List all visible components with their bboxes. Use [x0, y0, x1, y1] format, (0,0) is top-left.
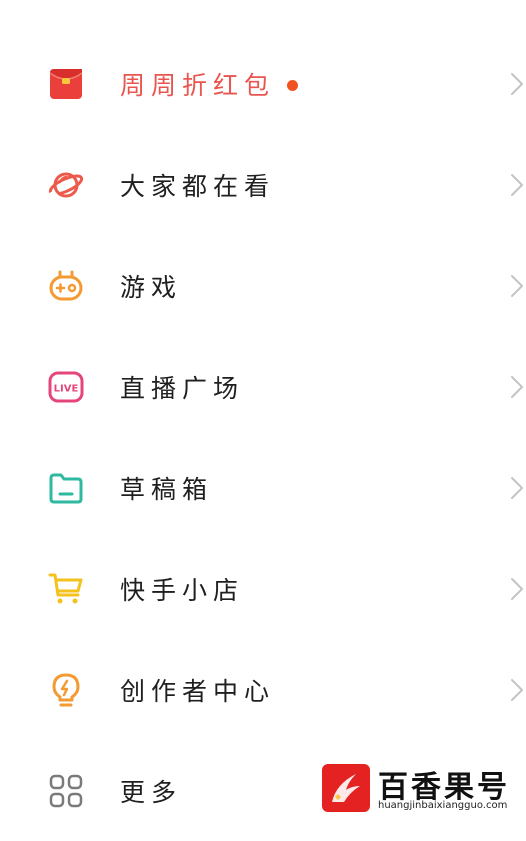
menu-item-label: 快手小店 — [120, 575, 245, 605]
menu-item-label: 更多 — [120, 777, 183, 807]
watermark: 百香果号 huangjinbaixiangguo.com — [320, 762, 520, 814]
notification-dot — [287, 79, 299, 91]
shopping-cart-icon — [48, 571, 84, 607]
chevron-right-icon — [510, 678, 524, 702]
menu-item-kuaishou-shop[interactable]: 快手小店 — [0, 538, 526, 639]
menu-item-label: 大家都在看 — [120, 171, 276, 201]
menu-item-label: 创作者中心 — [120, 676, 276, 706]
chevron-right-icon — [510, 173, 524, 197]
chevron-right-icon — [510, 274, 524, 298]
watermark-logo-icon — [322, 764, 370, 812]
chevron-right-icon — [510, 577, 524, 601]
menu-item-label: 周周折红包 — [120, 66, 299, 102]
menu-item-red-envelope[interactable]: 周周折红包 — [0, 33, 526, 134]
red-envelope-icon — [48, 66, 84, 102]
menu-item-live-square[interactable]: LIVE 直播广场 — [0, 336, 526, 437]
live-icon: LIVE — [48, 369, 84, 405]
menu-item-label: 游戏 — [120, 272, 183, 302]
grid-icon — [48, 773, 84, 809]
gamepad-icon — [48, 268, 84, 304]
menu-item-everyone-watching[interactable]: 大家都在看 — [0, 134, 526, 235]
lightbulb-icon — [48, 672, 84, 708]
menu-item-drafts[interactable]: 草稿箱 — [0, 437, 526, 538]
planet-icon — [48, 167, 84, 203]
live-icon-text: LIVE — [54, 383, 79, 394]
chevron-right-icon — [510, 375, 524, 399]
watermark-url: huangjinbaixiangguo.com — [378, 800, 508, 811]
chevron-right-icon — [510, 476, 524, 500]
menu-list: 周周折红包 大家都在看 游戏 LIVE 直播广场 草稿箱 快手小店 创作者中心 … — [0, 33, 526, 841]
folder-icon — [48, 470, 84, 506]
menu-item-label: 草稿箱 — [120, 474, 214, 504]
menu-item-creator-center[interactable]: 创作者中心 — [0, 639, 526, 740]
menu-item-games[interactable]: 游戏 — [0, 235, 526, 336]
menu-item-label: 直播广场 — [120, 373, 245, 403]
chevron-right-icon — [510, 72, 524, 96]
